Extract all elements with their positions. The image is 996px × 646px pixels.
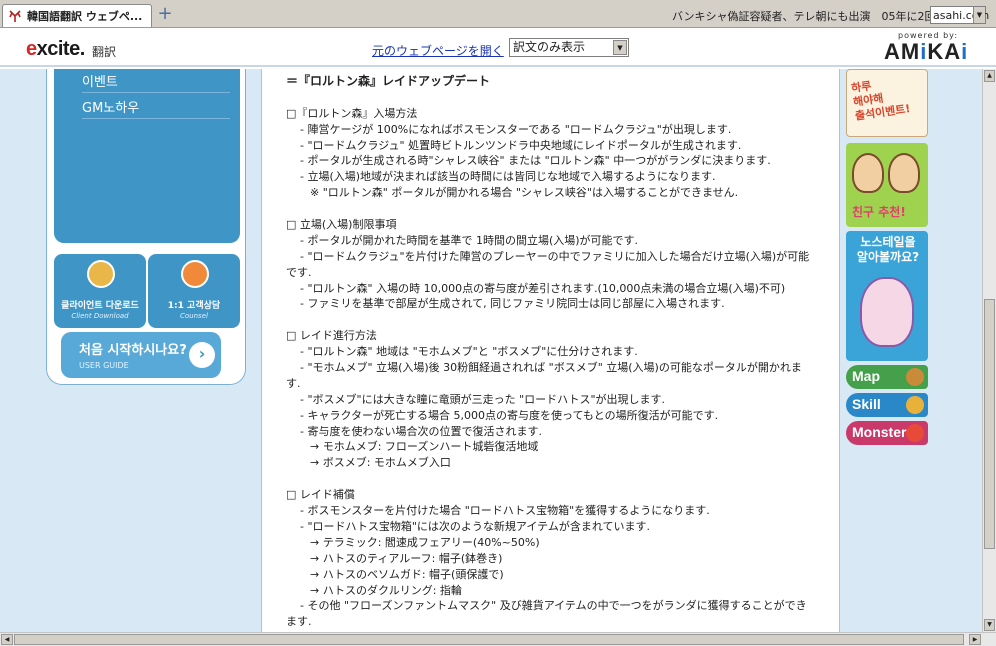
article-line: → ハトスのティアルーフ: 帽子(鉢巻き): [310, 551, 503, 565]
event-banner-text: 하루 해야해 출석이벤트!: [850, 79, 912, 123]
article-line: - "モホムメブ" 立場(入場)後 30粉餌経過されれば "ボスメブ" 立場(入…: [300, 361, 802, 375]
skill-button[interactable]: Skill: [846, 393, 928, 417]
article-line: - 寄与度を使わない場合次の位置で復活されます.: [300, 424, 542, 438]
sidebar-menu: 이벤트 GM노하우: [54, 69, 240, 243]
translator-header: excite. 翻訳 元のウェブページを開く 訳文のみ表示 ▼ powered …: [0, 29, 996, 67]
monster-button[interactable]: Monster: [846, 421, 928, 445]
monster-icon: [906, 424, 924, 442]
browser-tab-bar: 韓国語翻訳 ウェブペ... + バンキシャ偽証容疑者、テレ朝にも出演 05年に2…: [0, 0, 996, 28]
article-line: □ レイド進行方法: [286, 329, 377, 343]
open-original-page-link[interactable]: 元のウェブページを開く: [372, 42, 504, 59]
article-line: → モホムメブ: フローズンハート城砦復活地域: [310, 440, 539, 454]
article-line: □ 立場(入場)制限事項: [286, 218, 397, 232]
page-viewport: 이벤트 GM노하우 클라이언트 다운로드 Client Download 1:1…: [0, 69, 982, 632]
user-guide-button[interactable]: 처음 시작하시나요? USER GUIDE ›: [61, 332, 221, 378]
scroll-right-icon[interactable]: ▶: [969, 634, 981, 645]
browser-tab[interactable]: 韓国語翻訳 ウェブペ...: [2, 4, 152, 27]
article-content: ＝『ロルトン森』レイドアップデート □『ロルトン森』入場方法 - 陣営ケージが 1…: [261, 69, 840, 632]
character-icon: [852, 153, 884, 193]
scroll-up-icon[interactable]: ▲: [984, 70, 995, 82]
article-line: - "ボスメブ"には大きな瞳に竜頭が三走った "ロードハトス"が出現します.: [300, 392, 666, 406]
article-line: □『ロルトン森』入場方法: [286, 106, 418, 120]
article-line: - 陣営ケージが 100%になればボスモンスターである "ロードムクラジュ"が出…: [300, 122, 732, 136]
article-line: - 立場(入場)地域が決まれば該当の時間には皆同じな地域で入場するようになります…: [300, 170, 716, 184]
chevron-down-icon[interactable]: ▼: [613, 40, 627, 55]
user-guide-title: 처음 시작하시나요?: [79, 343, 187, 358]
right-banner-column: 하루 해야해 출석이벤트! 친구 추천! 노스테일을 알아볼까요? Map Sk…: [846, 69, 930, 632]
article-line: - ファミリを基準で部屋が生成されて, 同じファミリ院同士は同じ部屋に入場されま…: [300, 297, 725, 311]
article-line: - ポータルが生成される時"シャレス峡谷" または "ロルトン森" 中一つががラ…: [300, 154, 771, 168]
quick-links: 클라이언트 다운로드 Client Download 1:1 고객상담 Coun…: [54, 254, 240, 328]
article-line: → ボスメブ: モホムメブ入口: [310, 456, 451, 470]
friend-banner-text: 친구 추천!: [852, 205, 906, 219]
friend-recommend-banner[interactable]: 친구 추천!: [846, 143, 928, 227]
client-download-label: 클라이언트 다운로드: [61, 301, 139, 311]
article-line: → ハトスのベソムガド: 帽子(頭保護で): [310, 567, 504, 581]
article-line: - "ロードハトス宝物箱"には次のような新規アイテムが含まれています.: [300, 519, 650, 533]
translator-label: 翻訳: [92, 45, 117, 59]
excite-logo[interactable]: excite.: [26, 38, 85, 61]
character-icon: [860, 277, 914, 347]
character-icon: [87, 260, 115, 288]
sidebar-item-gm-knowhow[interactable]: GM노하우: [82, 95, 230, 119]
article-line: ます.: [286, 615, 312, 629]
translate-favicon-icon: [9, 10, 21, 22]
article-line: - "ロルトン森" 入場の時 10,000点の寄与度が差引されます.(10,00…: [300, 281, 786, 295]
vertical-scroll-thumb[interactable]: [984, 299, 995, 549]
article-line: す.: [286, 376, 301, 390]
client-download-sub: Client Download: [71, 312, 129, 320]
nostale-info-banner[interactable]: 노스테일을 알아볼까요?: [846, 231, 928, 361]
article-title: ＝『ロルトン森』レイドアップデート: [286, 74, 491, 88]
article-line: → ハトスのダクルリング: 指輪: [310, 583, 462, 597]
left-sidebar: 이벤트 GM노하우 클라이언트 다운로드 Client Download 1:1…: [46, 69, 246, 385]
scroll-left-icon[interactable]: ◀: [1, 634, 13, 645]
user-guide-sub: USER GUIDE: [79, 361, 129, 370]
article-line: ※ "ロルトン森" ポータルが開かれる場合 "シャレス峡谷"は入場することができ…: [310, 186, 739, 200]
counsel-sub: Counsel: [180, 312, 208, 320]
article-line: → テラミック: 閻速成フェアリー(40%~50%): [310, 535, 540, 549]
view-mode-value: 訳文のみ表示: [513, 40, 586, 54]
article-line: - その他 "フローズンファントムマスク" 及び雑貨アイテムの中で一つをがランダ…: [300, 599, 807, 613]
horizontal-scroll-thumb[interactable]: [14, 634, 964, 645]
map-button[interactable]: Map: [846, 365, 928, 389]
article-line: です.: [286, 265, 312, 279]
article-line: - キャラクターが死亡する場合 5,000点の寄与度を使ってもとの場所復活が可能…: [300, 408, 719, 422]
map-icon: [906, 368, 924, 386]
attendance-event-banner[interactable]: 하루 해야해 출석이벤트!: [846, 69, 928, 137]
article-body: ＝『ロルトン森』レイドアップデート □『ロルトン森』入場方法 - 陣営ケージが 1…: [286, 74, 821, 630]
chevron-down-icon[interactable]: ▼: [973, 7, 985, 23]
map-label: Map: [852, 368, 880, 384]
view-mode-select[interactable]: 訳文のみ表示 ▼: [509, 38, 629, 57]
client-download-button[interactable]: 클라이언트 다운로드 Client Download: [54, 254, 146, 328]
monster-label: Monster: [852, 424, 907, 440]
chevron-right-icon: ›: [189, 342, 215, 368]
plus-icon[interactable]: +: [157, 5, 173, 23]
article-line: - "ロードムクラジュ"を片付けた陣営のプレーヤーの中でファミリに加入した場合だ…: [300, 249, 810, 263]
tab-title: 韓国語翻訳 ウェブペ...: [27, 10, 143, 23]
vertical-scrollbar[interactable]: ▲ ▼: [982, 69, 996, 632]
article-lines: □『ロルトン森』入場方法 - 陣営ケージが 100%になればボスモンスターである …: [286, 90, 821, 630]
skill-icon: [906, 396, 924, 414]
ticker-source-select[interactable]: asahi.com ▼: [930, 6, 989, 24]
article-line: - "ロルトン森" 地域は "モホムメブ"と "ボスメブ"に仕分けされます.: [300, 345, 638, 359]
news-ticker[interactable]: バンキシャ偽証容疑者、テレ朝にも出演 05年に2回: [672, 8, 936, 24]
article-line: - "ロードムクラジュ" 処置時ビトルンツンドラ中央地域にレイドポータルが生成さ…: [300, 138, 742, 152]
nostale-banner-text: 노스테일을 알아볼까요?: [856, 235, 920, 264]
counsel-button[interactable]: 1:1 고객상담 Counsel: [148, 254, 240, 328]
sidebar-item-event[interactable]: 이벤트: [82, 69, 230, 93]
character-icon: [181, 260, 209, 288]
article-line: - ボスモンスターを片付けた場合 "ロードハトス宝物箱"を獲得するようになります…: [300, 504, 710, 518]
article-line: □ レイド補償: [286, 488, 355, 502]
article-line: - ポータルが開かれた時間を基準で 1時間の間立場(入場)が可能です.: [300, 233, 639, 247]
counsel-label: 1:1 고객상담: [167, 301, 221, 311]
character-icon: [888, 153, 920, 193]
amikai-logo: AMiKAi: [884, 39, 969, 64]
skill-label: Skill: [852, 396, 881, 412]
scroll-down-icon[interactable]: ▼: [984, 619, 995, 631]
horizontal-scrollbar[interactable]: ◀ ▶: [0, 632, 996, 646]
